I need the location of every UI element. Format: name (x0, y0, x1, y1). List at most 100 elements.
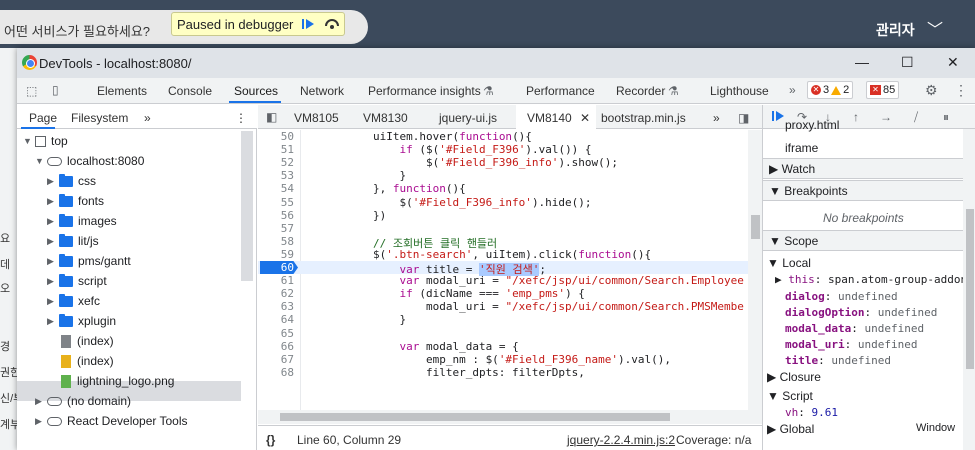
tree-item[interactable]: ▶ xefc (47, 291, 100, 311)
line-number[interactable]: 66 (258, 340, 294, 353)
tree-item[interactable]: ▶ fonts (47, 191, 104, 211)
inspect-element-icon[interactable]: ⬚ (26, 84, 37, 98)
issues-counter[interactable]: ✕ 85 (866, 81, 900, 99)
code-line[interactable]: 59 $('.btn-search', uiItem).click(functi… (258, 248, 748, 261)
code-line[interactable]: 52 $('#Field_F396_info').show(); (258, 156, 748, 169)
tab-performance-insights[interactable]: Performance insights (368, 84, 481, 98)
closure-scope-toggle[interactable]: ▶ Closure (767, 370, 821, 384)
code-line[interactable]: 68 filter_dpts: filterDpts, (258, 366, 748, 379)
tab-lighthouse[interactable]: Lighthouse (710, 84, 769, 98)
chevron-down-icon[interactable]: ﹀ (927, 16, 943, 40)
current-execution-line[interactable]: 60 var title = '직원 검색'; (258, 261, 748, 276)
tree-item[interactable]: ▶ images (47, 211, 117, 231)
local-variable[interactable]: dialog: undefined (785, 290, 898, 303)
resume-icon[interactable] (771, 110, 785, 125)
toggle-navigator-icon[interactable]: ◧ (266, 110, 277, 124)
line-number[interactable]: 62 (258, 287, 294, 300)
line-number[interactable]: 68 (258, 366, 294, 379)
source-link[interactable]: jquery-2.2.4.min.js:2 (567, 433, 675, 447)
code-line[interactable]: 54 }, function(){ (258, 182, 748, 195)
line-number[interactable]: 59 (258, 248, 294, 261)
code-line[interactable]: 65 (258, 327, 748, 340)
code-line[interactable]: 57 (258, 222, 748, 235)
editor-tab-vm8105[interactable]: VM8105 (294, 111, 339, 125)
tab-performance[interactable]: Performance (526, 84, 595, 98)
collapsed-arrow-icon[interactable]: ▶ (35, 396, 47, 407)
admin-label[interactable]: 관리자 (876, 20, 915, 40)
tab-network[interactable]: Network (300, 84, 344, 98)
navigator-menu-icon[interactable]: ⋮ (235, 111, 247, 125)
line-number[interactable]: 55 (258, 196, 294, 209)
close-icon[interactable]: ✕ (947, 54, 959, 71)
local-scope-toggle[interactable]: ▼ Local (767, 256, 811, 270)
scroll-thumb[interactable] (280, 413, 670, 421)
local-variable[interactable]: modal_data: undefined (785, 322, 924, 335)
collapsed-arrow-icon[interactable]: ▶ (47, 296, 59, 307)
tree-item[interactable]: (index) (47, 331, 114, 351)
tree-item[interactable]: ▼ localhost:8080 (35, 151, 144, 171)
thread-item[interactable]: proxy.html (785, 118, 839, 132)
code-area[interactable]: 50 uiItem.hover(function(){51 if ($('#Fi… (258, 130, 748, 410)
collapsed-arrow-icon[interactable]: ▶ (47, 176, 59, 187)
code-line[interactable]: 51 if ($('#Field_F396').val()) { (258, 143, 748, 156)
resume-icon[interactable] (296, 14, 320, 34)
settings-gear-icon[interactable]: ⚙ (925, 82, 938, 99)
editor-tab-vm8140[interactable]: VM8140 (527, 111, 572, 125)
scroll-thumb[interactable] (966, 209, 974, 369)
line-number[interactable]: 56 (258, 209, 294, 222)
code-line[interactable]: 55 $('#Field_F396_info').hide(); (258, 196, 748, 209)
code-line[interactable]: 58 // 조회버튼 클릭 핸들러 (258, 235, 748, 250)
more-options-icon[interactable]: ⋮ (954, 82, 968, 99)
toggle-debugger-icon[interactable]: ◨ (738, 111, 749, 125)
step-icon[interactable]: → (880, 110, 892, 124)
line-number[interactable]: 51 (258, 143, 294, 156)
thread-item[interactable]: iframe (785, 141, 818, 155)
code-line[interactable]: 62 if (dicName === 'emp_pms') { (258, 287, 748, 300)
scroll-thumb[interactable] (751, 215, 760, 239)
line-number[interactable]: 63 (258, 300, 294, 313)
more-navigator-tabs-icon[interactable]: » (144, 111, 151, 125)
line-number[interactable]: 60 (260, 261, 298, 274)
global-scope-toggle[interactable]: ▶ Global (767, 422, 814, 436)
more-editor-tabs-icon[interactable]: » (713, 111, 720, 125)
local-variable[interactable]: dialogOption: undefined (785, 306, 937, 319)
code-line[interactable]: 53 } (258, 169, 748, 182)
line-number[interactable]: 52 (258, 156, 294, 169)
code-line[interactable]: 50 uiItem.hover(function(){ (258, 130, 748, 143)
close-tab-icon[interactable]: ✕ (580, 111, 590, 125)
this-property[interactable]: ▶ this: span.atom-group-addon (775, 273, 967, 286)
device-toolbar-icon[interactable]: ▯ (52, 83, 59, 97)
step-out-icon[interactable]: ↑ (853, 110, 859, 124)
tree-item[interactable]: ▶ script (47, 271, 107, 291)
code-line[interactable]: 64 } (258, 313, 748, 326)
line-number[interactable]: 64 (258, 313, 294, 326)
expanded-arrow-icon[interactable]: ▼ (35, 156, 47, 166)
tree-item[interactable]: ▶ pms/gantt (47, 251, 131, 271)
collapsed-arrow-icon[interactable]: ▶ (47, 196, 59, 207)
collapsed-arrow-icon[interactable]: ▶ (47, 316, 59, 327)
editor-tab-vm8130[interactable]: VM8130 (363, 111, 408, 125)
more-tabs-icon[interactable]: » (789, 83, 796, 97)
tab-console[interactable]: Console (168, 84, 212, 98)
code-line[interactable]: 61 var modal_uri = "/xefc/jsp/ui/common/… (258, 274, 748, 287)
scope-section-header[interactable]: ▼ Scope (763, 230, 963, 251)
watch-section-header[interactable]: ▶ Watch (763, 158, 963, 179)
navigator-scrollbar[interactable] (241, 131, 253, 281)
expanded-arrow-icon[interactable]: ▼ (23, 136, 35, 146)
local-variable[interactable]: title: undefined (785, 354, 891, 367)
editor-horizontal-scrollbar[interactable] (258, 410, 762, 424)
tree-item[interactable]: ▶ xplugin (47, 311, 116, 331)
line-number[interactable]: 50 (258, 130, 294, 143)
line-number[interactable]: 58 (258, 235, 294, 248)
maximize-icon[interactable]: ☐ (901, 54, 914, 71)
collapsed-arrow-icon[interactable]: ▶ (47, 256, 59, 267)
tree-item[interactable]: lightning_logo.png (47, 371, 174, 391)
debugger-scrollbar[interactable] (963, 129, 975, 450)
tree-item[interactable]: ▶ (no domain) (35, 391, 131, 411)
tab-elements[interactable]: Elements (97, 84, 147, 98)
collapsed-arrow-icon[interactable]: ▶ (47, 216, 59, 227)
line-number[interactable]: 67 (258, 353, 294, 366)
step-over-icon[interactable] (320, 14, 344, 34)
error-warning-counter[interactable]: ✕ 3 2 (807, 81, 854, 99)
line-number[interactable]: 65 (258, 327, 294, 340)
